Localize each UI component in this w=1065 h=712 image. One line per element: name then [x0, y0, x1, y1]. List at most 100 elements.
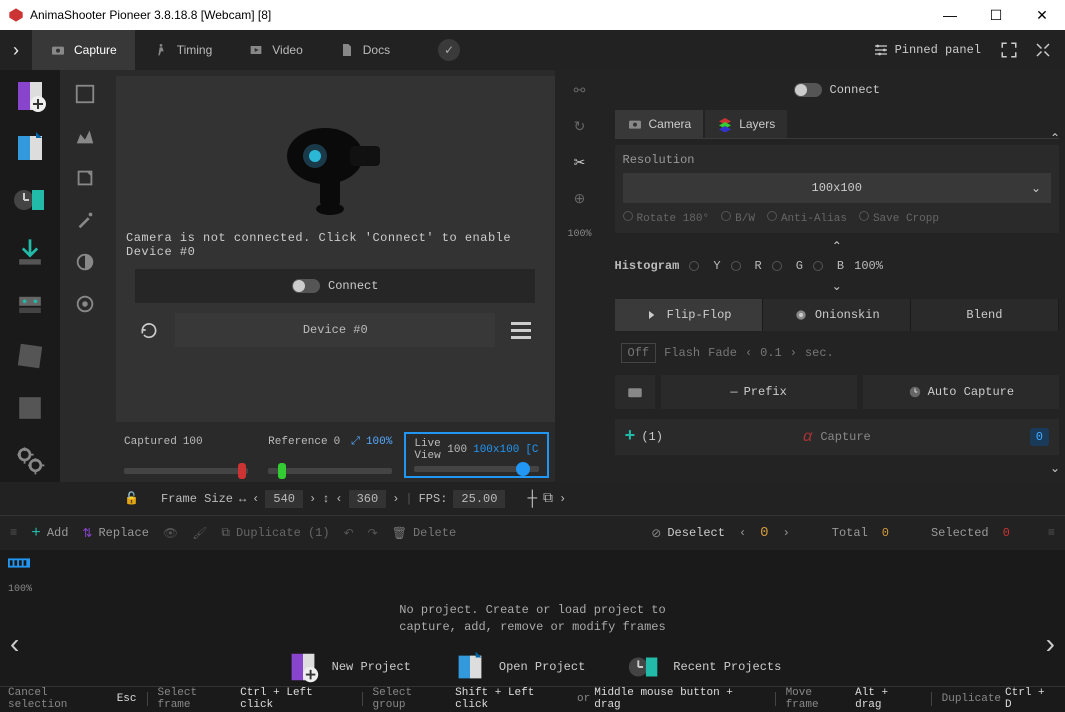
- histogram-row: Histogram Y R G B 100%: [615, 259, 1060, 273]
- h-next[interactable]: ›: [392, 492, 399, 506]
- delete-button[interactable]: 🗑Delete: [392, 526, 456, 541]
- capture-button[interactable]: + (1) α Capture 0: [615, 419, 1060, 455]
- captured-slider[interactable]: Captured 100: [116, 432, 256, 478]
- right-panel: Connect Camera Layers ⌃ Resolution 100x1…: [605, 70, 1065, 482]
- target-icon[interactable]: ⊕: [564, 182, 596, 214]
- zoom-pct: 100%: [564, 218, 596, 250]
- next-frame[interactable]: ›: [783, 526, 790, 540]
- contrast-icon[interactable]: [65, 242, 105, 282]
- settings-icon[interactable]: [8, 438, 52, 482]
- fade-next[interactable]: ›: [790, 346, 797, 360]
- onionskin-button[interactable]: Onionskin: [763, 299, 911, 331]
- w-next[interactable]: ›: [309, 492, 316, 506]
- close-button[interactable]: ✕: [1019, 0, 1065, 30]
- duplicate-button[interactable]: ⧉Duplicate (1): [221, 526, 329, 540]
- capture-camera-icon[interactable]: [615, 375, 655, 409]
- prefix-button[interactable]: — Prefix: [661, 375, 857, 409]
- scroll-down-icon[interactable]: ⌄: [1047, 460, 1063, 476]
- fullscreen-icon[interactable]: [997, 38, 1021, 62]
- recent-projects-icon[interactable]: [8, 178, 52, 222]
- fade-prev[interactable]: ‹: [745, 346, 752, 360]
- import-icon[interactable]: [8, 230, 52, 274]
- titlebar: AnimaShooter Pioneer 3.8.18.8 [Webcam] […: [0, 0, 1065, 30]
- camera-tab[interactable]: Camera: [615, 110, 704, 138]
- fps-input[interactable]: 25.00: [453, 490, 505, 508]
- collapse-left-icon[interactable]: ›: [0, 40, 32, 61]
- status-bar: Cancel selection Esc Select frame Ctrl +…: [0, 686, 1065, 710]
- recent-projects-button[interactable]: Recent Projects: [625, 648, 781, 686]
- connect-toggle[interactable]: [292, 279, 320, 293]
- brush-icon[interactable]: 🖌: [192, 526, 207, 541]
- eye-icon[interactable]: 👁: [163, 526, 178, 541]
- connect-bar[interactable]: Connect: [135, 269, 535, 303]
- collapse-down-icon[interactable]: ⌄: [615, 279, 1060, 293]
- tab-capture[interactable]: Capture: [32, 30, 135, 70]
- check-icon[interactable]: ✓: [438, 39, 460, 61]
- filmstrip-icon[interactable]: [8, 556, 30, 570]
- tab-docs[interactable]: Docs: [321, 30, 408, 70]
- crop-icon[interactable]: [65, 158, 105, 198]
- maximize-button[interactable]: ☐: [973, 0, 1019, 30]
- menu-icon-right[interactable]: ≡: [1048, 526, 1055, 540]
- reference-slider[interactable]: Reference 0 ⤢100%: [260, 432, 400, 478]
- h-prev[interactable]: ‹: [335, 492, 342, 506]
- flipflop-button[interactable]: Flip-Flop: [615, 299, 763, 331]
- tab-timing[interactable]: Timing: [135, 30, 231, 70]
- export-icon[interactable]: [8, 282, 52, 326]
- document-icon: [339, 42, 355, 58]
- grid-icon[interactable]: ┼: [527, 490, 537, 508]
- height-icon: ↕: [322, 492, 329, 506]
- w-prev[interactable]: ‹: [252, 492, 259, 506]
- cut-icon[interactable]: ✂: [564, 146, 596, 178]
- expand-icon[interactable]: [1031, 38, 1055, 62]
- frames-icon[interactable]: ⧉: [543, 491, 553, 507]
- undo-icon[interactable]: ↶: [344, 526, 354, 541]
- redo-icon[interactable]: ↷: [368, 526, 378, 541]
- collapse-up-icon[interactable]: ⌃: [615, 239, 1060, 253]
- onionskin-icon: [793, 307, 809, 323]
- side-tools: ⚯ ↻ ✂ ⊕ 100%: [555, 70, 605, 482]
- add-button[interactable]: +Add: [31, 524, 68, 542]
- flipflop-icon: [645, 307, 661, 323]
- liveview-slider[interactable]: Live View 100 100x100 [C: [404, 432, 548, 478]
- toggle-icon[interactable]: [65, 284, 105, 324]
- pinned-panel-button[interactable]: Pinned panel: [867, 38, 987, 62]
- link-icon[interactable]: ⚯: [564, 74, 596, 106]
- layers-tab[interactable]: Layers: [705, 110, 787, 138]
- open-project-icon[interactable]: [8, 126, 52, 170]
- chevron-right-icon[interactable]: ›: [559, 492, 566, 506]
- menu-icon[interactable]: ≡: [10, 526, 17, 540]
- histogram-icon[interactable]: [65, 116, 105, 156]
- minimize-button[interactable]: —: [927, 0, 973, 30]
- tool-icon-1[interactable]: [8, 334, 52, 378]
- timeline-prev[interactable]: ‹: [10, 628, 19, 660]
- new-project-icon[interactable]: [8, 74, 52, 118]
- autocapture-button[interactable]: Auto Capture: [863, 375, 1059, 409]
- rotate-icon[interactable]: ↻: [564, 110, 596, 142]
- resolution-section: Resolution 100x100 ⌄ Rotate 180° B/W Ant…: [615, 145, 1060, 233]
- new-project-button[interactable]: New Project: [284, 648, 411, 686]
- timeline-zoom: 100%: [8, 584, 32, 595]
- open-project-button[interactable]: Open Project: [451, 648, 585, 686]
- width-input[interactable]: 540: [265, 490, 303, 508]
- off-button[interactable]: Off: [621, 343, 657, 363]
- resolution-select[interactable]: 100x100 ⌄: [623, 173, 1052, 203]
- prev-frame[interactable]: ‹: [739, 526, 746, 540]
- tab-video[interactable]: Video: [230, 30, 320, 70]
- eyedropper-icon[interactable]: [65, 200, 105, 240]
- refresh-button[interactable]: [131, 313, 167, 347]
- blend-button[interactable]: Blend: [911, 299, 1059, 331]
- scroll-up-icon[interactable]: ⌃: [1047, 130, 1063, 146]
- tool-icon-2[interactable]: [8, 386, 52, 430]
- device-select[interactable]: Device #0: [175, 313, 495, 347]
- device-menu-icon[interactable]: [503, 313, 539, 347]
- height-input[interactable]: 360: [349, 490, 387, 508]
- replace-button[interactable]: ⇅Replace: [82, 526, 148, 541]
- preview-area: Camera is not connected. Click 'Connect'…: [116, 76, 555, 422]
- connect-toggle-top[interactable]: [794, 83, 822, 97]
- timeline-next[interactable]: ›: [1046, 628, 1055, 660]
- deselect-button[interactable]: ⊘Deselect: [651, 526, 725, 541]
- frame-icon[interactable]: [65, 74, 105, 114]
- preview-tools: [60, 70, 110, 482]
- lock-icon[interactable]: 🔓: [124, 491, 139, 506]
